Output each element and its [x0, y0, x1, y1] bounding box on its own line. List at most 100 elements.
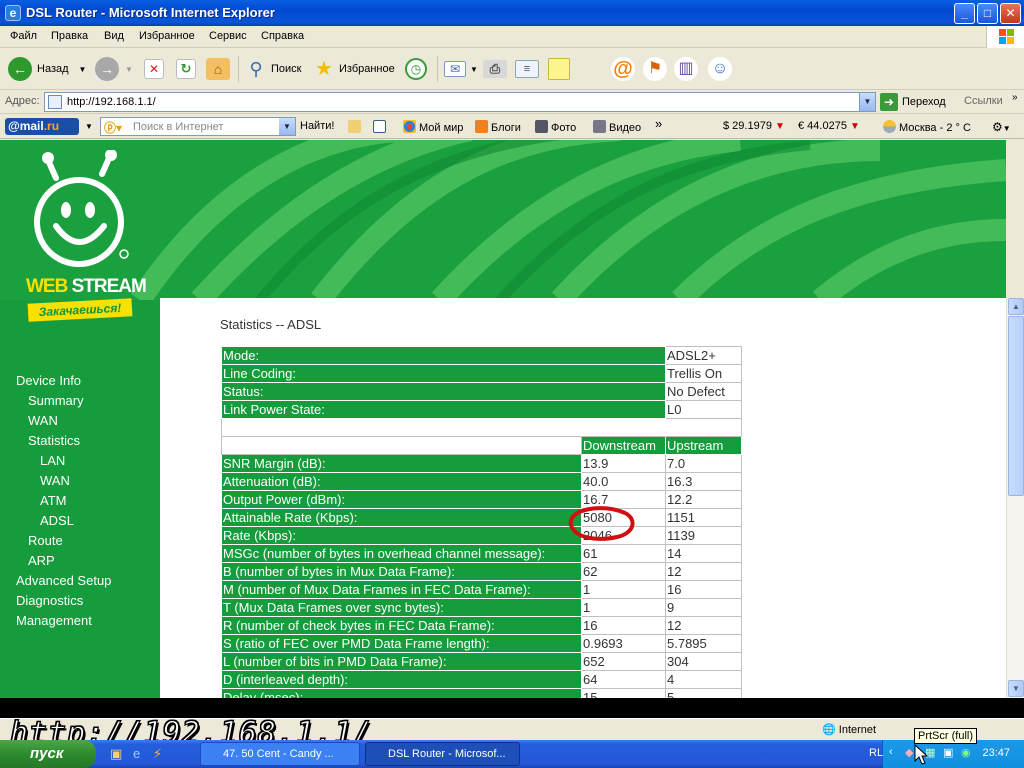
tray-app-icon[interactable]: ◆: [905, 746, 913, 759]
favorites-button[interactable]: ★ Избранное: [312, 55, 395, 83]
stat-upstream-value: 5.7895: [665, 634, 742, 653]
nav-management[interactable]: Management: [16, 613, 92, 628]
scroll-thumb[interactable]: [1008, 316, 1024, 496]
nav-route[interactable]: Route: [28, 533, 63, 548]
minimize-button[interactable]: _: [954, 3, 975, 24]
address-dropdown-icon[interactable]: ▼: [859, 93, 875, 111]
nav-advanced-setup[interactable]: Advanced Setup: [16, 573, 111, 588]
camera-icon: [535, 120, 548, 133]
forward-dropdown-icon[interactable]: ▼: [125, 65, 133, 74]
nav-arp[interactable]: ARP: [28, 553, 55, 568]
mail-button[interactable]: ✉ ▼: [444, 55, 478, 83]
find-button[interactable]: Найти!: [300, 120, 334, 132]
tray-volume-icon[interactable]: ▣: [943, 746, 953, 759]
mailru-menu-dropdown-icon[interactable]: ▼: [85, 122, 93, 131]
ie-quicklaunch-icon[interactable]: e: [133, 746, 140, 761]
nav-statistics-wan[interactable]: WAN: [40, 473, 70, 488]
search-engine-icon[interactable]: ⓟ▾: [104, 119, 122, 136]
language-indicator[interactable]: RL: [869, 747, 883, 759]
menu-edit[interactable]: Правка: [51, 30, 88, 42]
mailru-logo[interactable]: @mail.ru: [5, 118, 79, 135]
stat-row: Attenuation (dB): 40.0 16.3: [221, 472, 742, 491]
tooltip: PrtScr (full): [914, 728, 977, 744]
back-button[interactable]: ← Назад ▼: [8, 55, 86, 83]
blogs-label: Блоги: [491, 122, 521, 134]
start-button[interactable]: пуск: [0, 740, 96, 768]
links-button[interactable]: Ссылки: [964, 95, 1003, 107]
nav-diagnostics[interactable]: Diagnostics: [16, 593, 83, 608]
nav-wan[interactable]: WAN: [28, 413, 58, 428]
scroll-down-icon[interactable]: ▼: [1008, 680, 1024, 697]
menu-help[interactable]: Справка: [261, 30, 304, 42]
back-dropdown-icon[interactable]: ▼: [79, 65, 87, 74]
history-button[interactable]: ◷: [405, 55, 427, 83]
menu-file[interactable]: Файл: [10, 30, 37, 42]
player-quicklaunch-icon[interactable]: ⚡: [153, 746, 162, 762]
nav-statistics-lan[interactable]: LAN: [40, 453, 65, 468]
search-button[interactable]: ⚲ Поиск: [244, 55, 301, 83]
go-button[interactable]: ➜ Переход: [880, 92, 946, 112]
find-in-page-button[interactable]: [373, 120, 389, 134]
clock[interactable]: 23:47: [982, 747, 1010, 759]
nav-summary[interactable]: Summary: [28, 393, 84, 408]
my-world-icon: [403, 120, 416, 133]
sticky-note-icon: [548, 58, 570, 80]
taskbar-item-browser[interactable]: DSL Router - Microsof...: [365, 742, 520, 766]
video-button[interactable]: Видео: [593, 120, 641, 134]
stat-upstream-value: 9: [665, 598, 742, 617]
nav-statistics-adsl[interactable]: ADSL: [40, 513, 74, 528]
my-world-button[interactable]: Мой мир: [403, 120, 463, 134]
go-label: Переход: [902, 96, 946, 108]
research-button[interactable]: ▥: [674, 55, 698, 83]
address-input[interactable]: http://192.168.1.1/ ▼: [44, 92, 876, 112]
mail-dropdown-icon[interactable]: ▼: [470, 65, 478, 74]
stat-downstream-value: 16: [581, 616, 666, 635]
photo-button[interactable]: Фото: [535, 120, 576, 134]
tray-expand-icon[interactable]: ‹: [889, 746, 893, 758]
highlight-button[interactable]: [348, 120, 364, 134]
usd-rate[interactable]: $ 29.1979 ▼: [723, 120, 785, 132]
usd-rate-value: $ 29.1979: [723, 120, 772, 132]
stat-row: T (Mux Data Frames over sync bytes): 1 9: [221, 598, 742, 617]
tray-status-icon[interactable]: ◉: [961, 746, 971, 759]
find-page-icon: [373, 120, 386, 133]
contacts-button[interactable]: ☺: [708, 55, 732, 83]
scroll-up-icon[interactable]: ▲: [1008, 298, 1024, 315]
blogs-button[interactable]: Блоги: [475, 120, 521, 134]
refresh-button[interactable]: ↻: [176, 55, 196, 83]
title-bar[interactable]: e DSL Router - Microsoft Internet Explor…: [0, 0, 1024, 26]
links-chevron-icon[interactable]: »: [1012, 92, 1018, 103]
at-sign-icon: @: [611, 57, 635, 81]
search-history-dropdown-icon[interactable]: ▼: [279, 118, 295, 135]
nav-statistics-atm[interactable]: ATM: [40, 493, 66, 508]
taskbar-item-music-label: 47. 50 Cent - Candy ...: [223, 748, 334, 760]
stop-button[interactable]: ✕: [144, 55, 164, 83]
forward-button[interactable]: → ▼: [95, 55, 133, 83]
maximize-button[interactable]: □: [977, 3, 998, 24]
taskbar-item-music[interactable]: 47. 50 Cent - Candy ...: [200, 742, 360, 766]
messenger-button[interactable]: ⚑: [643, 55, 667, 83]
settings-button[interactable]: ⚙▼: [992, 120, 1011, 134]
quicklaunch-icon[interactable]: ▣: [110, 746, 122, 762]
more-chevron-icon[interactable]: »: [655, 116, 662, 131]
address-url[interactable]: http://192.168.1.1/: [67, 96, 156, 108]
menu-favorites[interactable]: Избранное: [139, 30, 195, 42]
menu-tools[interactable]: Сервис: [209, 30, 247, 42]
weather-button[interactable]: Москва - 2 ° C: [883, 120, 971, 134]
stat-label: Output Power (dBm):: [221, 490, 582, 509]
page-vertical-scrollbar[interactable]: ▲ ▼: [1006, 298, 1024, 698]
eur-rate[interactable]: € 44.0275 ▼: [798, 120, 860, 132]
nav-device-info[interactable]: Device Info: [16, 373, 81, 388]
internet-search-input[interactable]: ⓟ▾ Поиск в Интернет ▼: [100, 117, 296, 136]
nav-statistics[interactable]: Statistics: [28, 433, 80, 448]
home-button[interactable]: ⌂: [206, 55, 230, 83]
menu-view[interactable]: Вид: [104, 30, 124, 42]
mailru-agent-button[interactable]: @: [611, 55, 635, 83]
toolbar-separator: [437, 56, 438, 82]
edit-button[interactable]: ≡: [515, 55, 539, 83]
stat-label: T (Mux Data Frames over sync bytes):: [221, 598, 582, 617]
stat-row: S (ratio of FEC over PMD Data Frame leng…: [221, 634, 742, 653]
notes-button[interactable]: [548, 55, 570, 83]
close-button[interactable]: ✕: [1000, 3, 1021, 24]
print-button[interactable]: ⎙: [483, 55, 507, 83]
